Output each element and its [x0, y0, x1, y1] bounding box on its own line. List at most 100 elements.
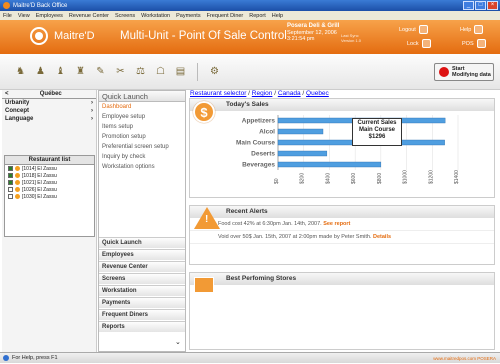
nav-item-language[interactable]: Language › — [2, 115, 96, 123]
chevron-right-icon: › — [91, 100, 93, 106]
restaurant-item[interactable]: [1021] El Zassu — [5, 179, 94, 186]
restaurant-label: [1018] El Zassu — [22, 172, 57, 179]
toolbar: ♞ ♟ ♝ ♜ ✎ ✂ ⚖ ☖ ▤ ⚙ — [0, 54, 500, 90]
maximize-button[interactable]: □ — [475, 1, 486, 10]
ql-promotion-setup[interactable]: Promotion setup — [99, 132, 185, 142]
nav-item-label: Concept — [5, 108, 29, 114]
restaurant-icon — [15, 166, 20, 171]
breadcrumb-region[interactable]: Region — [252, 90, 273, 97]
menu-file[interactable]: File — [3, 13, 12, 19]
accordion-employees[interactable]: Employees — [99, 249, 185, 260]
logout-label: Logout — [399, 26, 416, 33]
scale-tool-icon[interactable]: ⚖ — [134, 65, 147, 78]
bar-alcol[interactable] — [277, 128, 324, 135]
accordion-reports[interactable]: Reports — [99, 321, 185, 332]
breadcrumb-restaurant-selector[interactable]: Restaurant selector — [190, 90, 246, 97]
cocktail-tool-icon[interactable]: ♜ — [74, 65, 87, 78]
tooltip-line: $1296 — [368, 134, 386, 140]
waiter-tool-icon[interactable]: ♟ — [34, 65, 47, 78]
details-link[interactable]: Details — [373, 234, 391, 240]
checkbox[interactable] — [8, 173, 13, 178]
accordion-revenue-center[interactable]: Revenue Center — [99, 261, 185, 272]
report-tool-icon[interactable]: ▤ — [174, 65, 187, 78]
category-label: Alcol — [259, 129, 275, 136]
window-titlebar: Maitre'D Back Office _ □ × — [0, 0, 500, 11]
expand-chevron-icon[interactable]: ⌄ — [175, 338, 181, 346]
nav-item-urbanity[interactable]: Urbanity › — [2, 99, 96, 107]
ql-preferential-screen-setup[interactable]: Preferential screen setup — [99, 142, 185, 152]
chair-tool-icon[interactable]: ✂ — [114, 65, 127, 78]
quick-launch-panel: Quick Launch Dashboard Employee setup It… — [98, 90, 186, 352]
restaurant-icon — [15, 194, 20, 199]
logout-button[interactable]: Logout — [399, 25, 428, 34]
category-label: Beverages — [242, 162, 275, 169]
restaurant-item[interactable]: [1018] El Zassu — [5, 172, 94, 179]
menu-screens[interactable]: Screens — [115, 13, 135, 19]
ql-dashboard[interactable]: Dashboard — [99, 102, 185, 112]
start-modifying-button[interactable]: Start Modifying data — [434, 63, 494, 81]
alert-line: Food cost 42% at 6:30pm Jan. 14th, 2007.… — [190, 218, 494, 231]
ql-employee-setup[interactable]: Employee setup — [99, 112, 185, 122]
status-bar: For Help, press F1 www.maitredpos.com PO… — [0, 352, 500, 363]
version-info: Last Sync Version 1.0 — [341, 33, 361, 43]
x-tick-label: $800 — [377, 173, 383, 184]
menu-frequent-diner[interactable]: Frequent Diner — [207, 13, 244, 19]
back-icon[interactable]: < — [5, 91, 9, 97]
restaurant-item[interactable]: [1014] El Zassu — [5, 165, 94, 172]
checkbox[interactable] — [8, 187, 13, 192]
menu-help[interactable]: Help — [272, 13, 283, 19]
nav-item-concept[interactable]: Concept › — [2, 107, 96, 115]
restaurant-label: [1026] El Zassu — [22, 186, 57, 193]
menu-view[interactable]: View — [18, 13, 30, 19]
chef-tool-icon[interactable]: ♝ — [54, 65, 67, 78]
start-sub-label: Modifying data — [452, 72, 491, 78]
menu-employees[interactable]: Employees — [36, 13, 63, 19]
table-tool-icon[interactable]: ☖ — [154, 65, 167, 78]
ql-workstation-options[interactable]: Workstation options — [99, 162, 185, 172]
menu-revenue-center[interactable]: Revenue Center — [69, 13, 109, 19]
sales-chart: $0 $200 $400 $600 $800 $1000 $1200 $1400 Appetiz… — [236, 115, 460, 184]
x-tick-label: $1000 — [403, 170, 409, 184]
accordion-frequent-diners[interactable]: Frequent Diners — [99, 309, 185, 320]
restaurant-label: [1021] El Zassu — [22, 179, 57, 186]
menu-report[interactable]: Report — [249, 13, 266, 19]
see-report-link[interactable]: See report — [323, 221, 350, 227]
accordion-workstation[interactable]: Workstation — [99, 285, 185, 296]
bar-beverages[interactable] — [277, 161, 382, 168]
bar-deserts[interactable] — [277, 150, 328, 157]
help-button[interactable]: Help — [460, 25, 484, 34]
ticket-tool-icon[interactable]: ✎ — [94, 65, 107, 78]
breadcrumb: Restaurant selector / Region / Canada / … — [190, 90, 329, 97]
restaurant-icon — [15, 187, 20, 192]
accordion-screens[interactable]: Screens — [99, 273, 185, 284]
employee-tool-icon[interactable]: ♞ — [14, 65, 27, 78]
status-text: For Help, press F1 — [12, 354, 58, 361]
record-icon — [439, 67, 449, 77]
lock-button[interactable]: Lock — [407, 39, 431, 48]
accordion-payments[interactable]: Payments — [99, 297, 185, 308]
checkbox[interactable] — [8, 166, 13, 171]
restaurant-item[interactable]: [1026] El Zassu — [5, 186, 94, 193]
breadcrumb-quebec[interactable]: Quebec — [306, 90, 329, 97]
region-header[interactable]: < Québec — [2, 90, 96, 99]
version-label: Version 1.0 — [341, 38, 362, 43]
restaurant-label: [1030] El Zassu — [22, 193, 57, 200]
accordion-quick-launch[interactable]: Quick Launch — [99, 237, 185, 248]
minimize-button[interactable]: _ — [463, 1, 474, 10]
logo-icon — [30, 27, 48, 45]
checkbox[interactable] — [8, 194, 13, 199]
close-button[interactable]: × — [487, 1, 498, 10]
store-name: Posera Deli & Grill — [287, 23, 340, 29]
tooltip-line: Main Course — [358, 127, 395, 133]
restaurant-item[interactable]: [1030] El Zassu — [5, 193, 94, 200]
pos-button[interactable]: POS — [462, 39, 486, 48]
checkbox[interactable] — [8, 180, 13, 185]
ql-items-setup[interactable]: Items setup — [99, 122, 185, 132]
ql-inquiry-by-check[interactable]: Inquiry by check — [99, 152, 185, 162]
breadcrumb-canada[interactable]: Canada — [278, 90, 301, 97]
menu-workstation[interactable]: Workstation — [141, 13, 170, 19]
window-title: Maitre'D Back Office — [13, 2, 68, 9]
help-label: Help — [460, 26, 472, 33]
menu-payments[interactable]: Payments — [176, 13, 200, 19]
restaurant-tool-icon[interactable]: ⚙ — [208, 65, 221, 78]
